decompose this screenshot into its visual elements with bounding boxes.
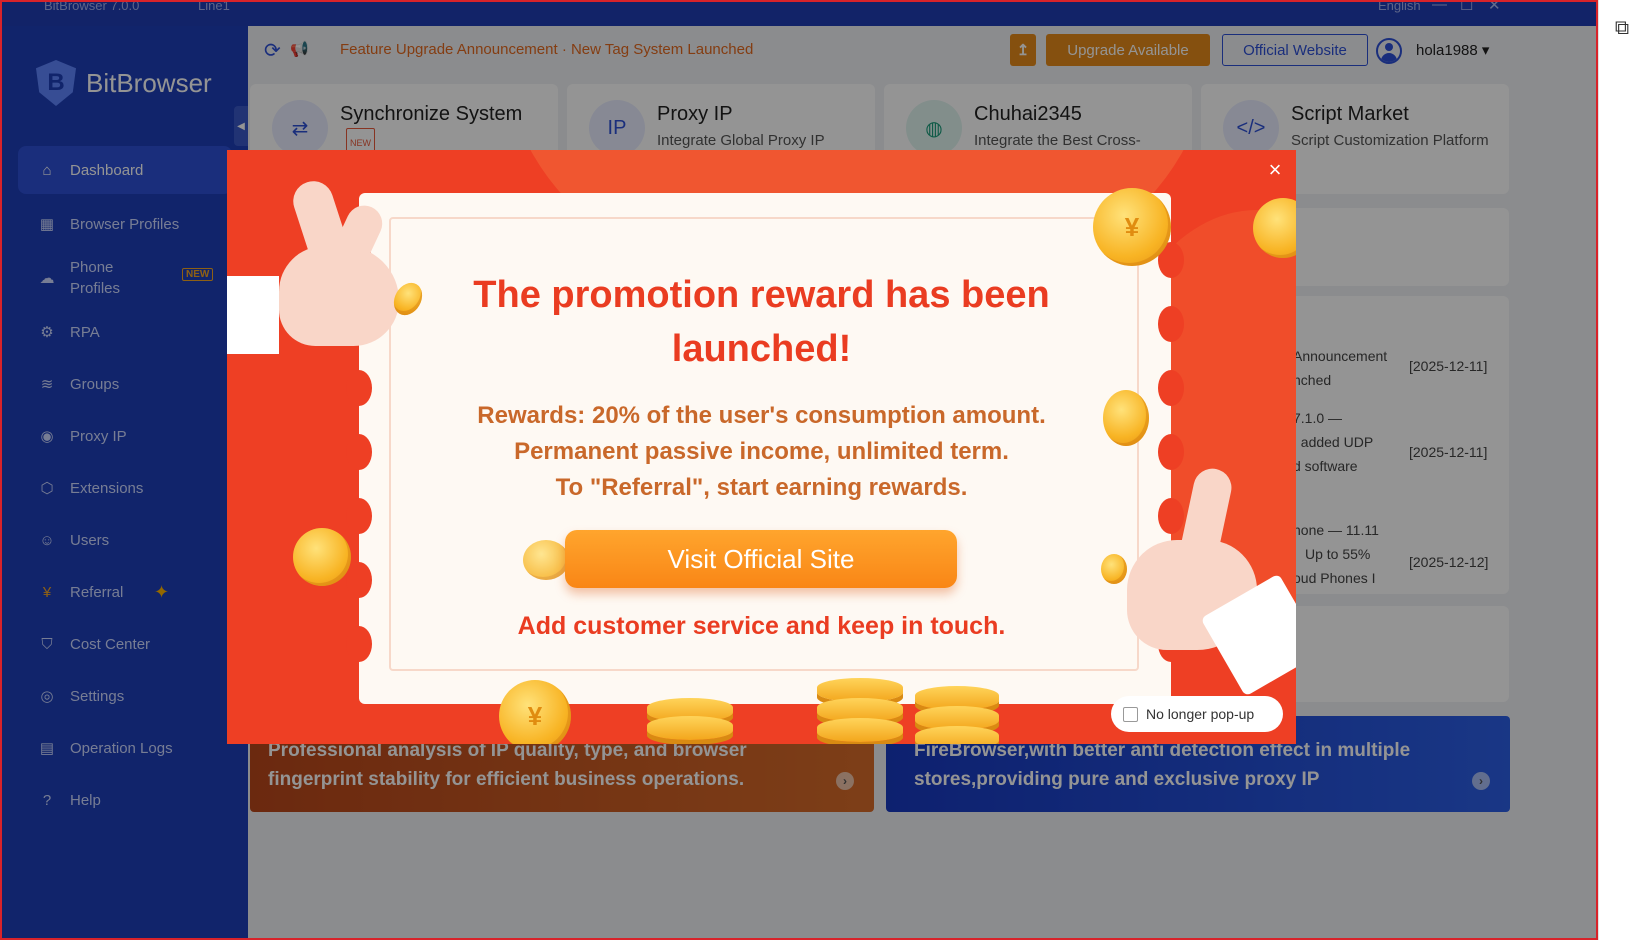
coin-icon: ¥ <box>1093 188 1171 266</box>
visit-official-site-button[interactable]: Visit Official Site <box>565 530 957 588</box>
title-line: The promotion reward has been <box>473 274 1050 316</box>
coin-icon <box>1101 554 1127 584</box>
bitbrowser-window: BitBrowser 7.0.0 Line1 English — ☐ ✕ B B… <box>0 0 1598 940</box>
detail-line: Permanent passive income, unlimited term… <box>514 438 1009 465</box>
coin-stack <box>647 716 733 740</box>
coin-stack <box>915 726 999 744</box>
no-longer-popup-checkbox[interactable]: No longer pop-up <box>1111 696 1283 732</box>
detail-line: To "Referral", start earning rewards. <box>555 474 968 501</box>
no-longer-popup-label: No longer pop-up <box>1146 706 1255 722</box>
close-icon[interactable]: × <box>1263 158 1287 182</box>
customer-service-text: Add customer service and keep in touch. <box>517 612 1006 640</box>
checkbox-icon[interactable] <box>1123 706 1138 722</box>
extension-icon[interactable]: ⧉ <box>1606 12 1638 44</box>
detail-line: Rewards: 20% of the user's consumption a… <box>477 402 1046 429</box>
title-line: launched! <box>671 328 852 370</box>
browser-side-strip <box>1598 0 1649 940</box>
ticket-notch <box>346 562 372 598</box>
promotion-title: The promotion reward has been launched! <box>227 268 1296 376</box>
coin-icon: ¥ <box>499 680 571 744</box>
coin-icon <box>523 540 569 580</box>
promotion-modal: ¥ ¥ The promotion reward has been launch… <box>227 150 1296 744</box>
coin-stack <box>817 718 903 742</box>
promotion-details: Rewards: 20% of the user's consumption a… <box>227 398 1296 506</box>
coin-icon <box>293 528 351 586</box>
